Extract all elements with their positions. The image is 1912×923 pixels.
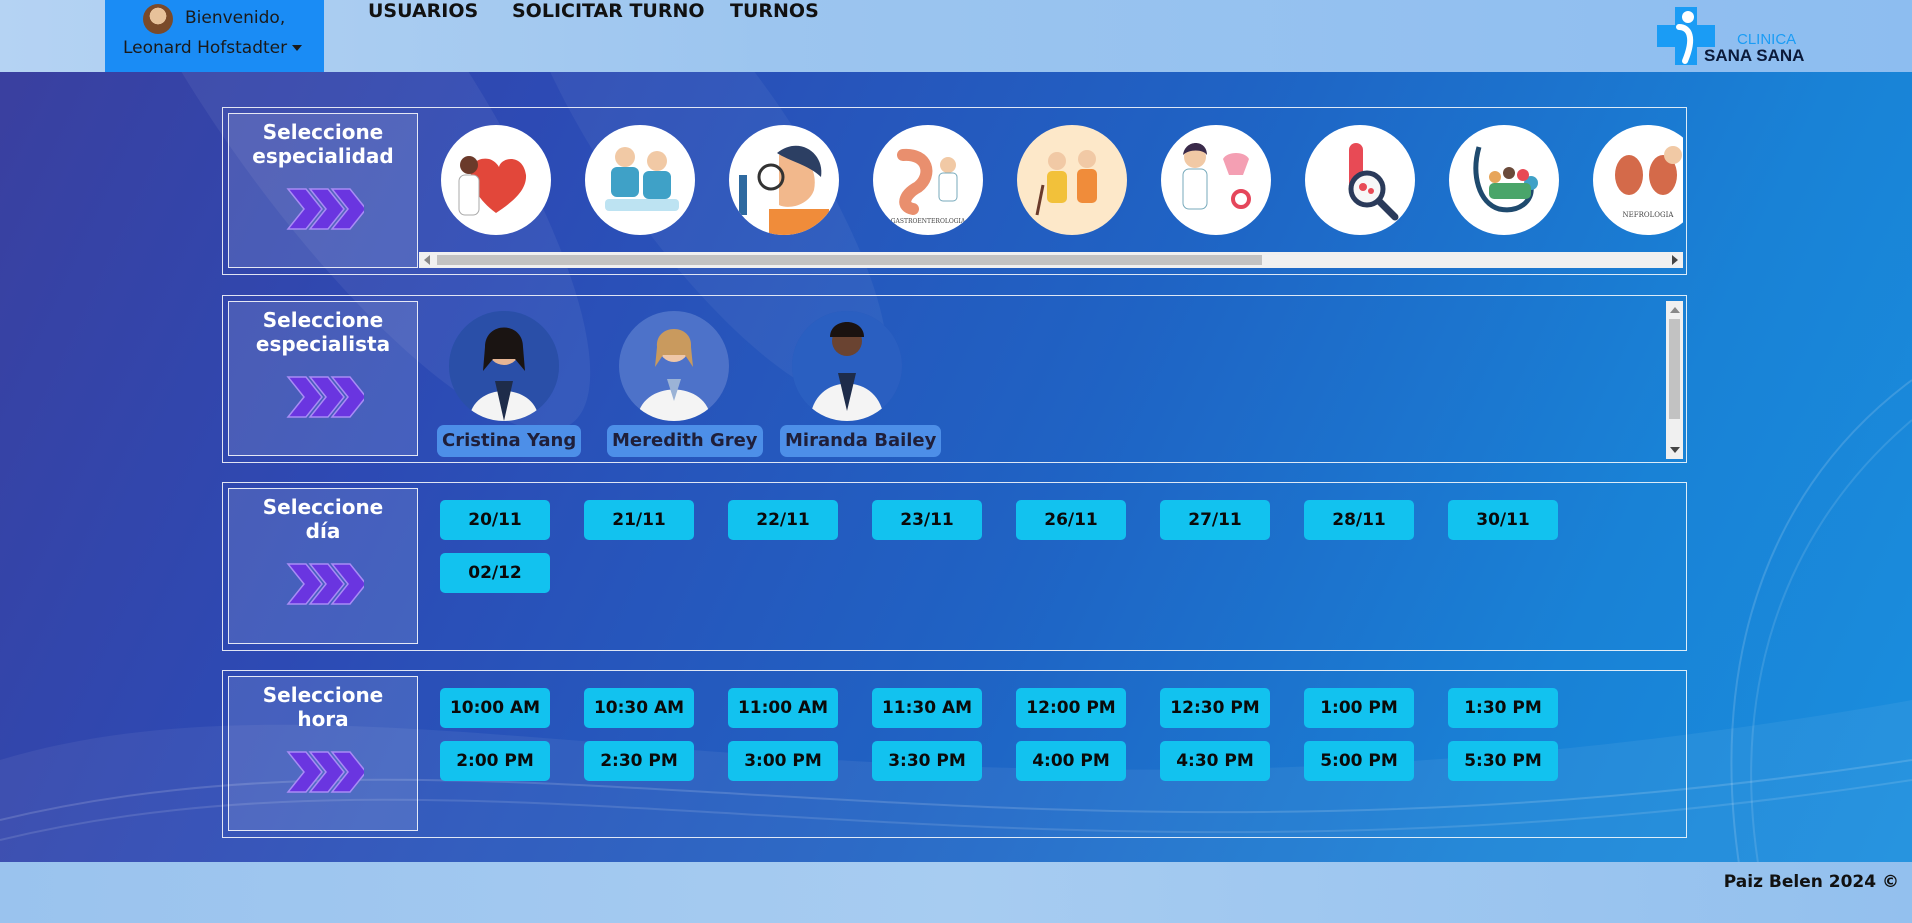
family-medicine-icon[interactable] xyxy=(1449,125,1559,235)
day-button[interactable]: 30/11 xyxy=(1448,500,1558,540)
time-button[interactable]: 2:00 PM xyxy=(440,741,550,781)
day-button[interactable]: 26/11 xyxy=(1016,500,1126,540)
time-button[interactable]: 11:30 AM xyxy=(872,688,982,728)
time-button[interactable]: 4:30 PM xyxy=(1160,741,1270,781)
nephrology-caption: NEFROLOGIA xyxy=(1623,211,1675,219)
day-button[interactable]: 20/11 xyxy=(440,500,550,540)
time-button[interactable]: 10:30 AM xyxy=(584,688,694,728)
clinic-logo[interactable]: CLINICA SANA SANA xyxy=(1655,3,1804,67)
cardiology-icon[interactable] xyxy=(441,125,551,235)
footer: Paiz Belen 2024 © xyxy=(0,862,1912,923)
time-button[interactable]: 10:00 AM xyxy=(440,688,550,728)
dia-label-box: Seleccione día xyxy=(228,488,418,644)
scroll-down-icon[interactable] xyxy=(1670,447,1680,453)
nav-link-turnos[interactable]: TURNOS xyxy=(730,0,819,22)
scroll-right-icon[interactable] xyxy=(1672,255,1678,265)
user-name: Leonard Hofstadter xyxy=(123,38,303,58)
hora-label: Seleccione hora xyxy=(262,683,384,731)
time-button[interactable]: 11:00 AM xyxy=(728,688,838,728)
doctor-name: Meredith Grey xyxy=(607,425,763,457)
chevrons-right-icon xyxy=(286,563,364,605)
surgery-icon[interactable] xyxy=(585,125,695,235)
scrollbar-thumb[interactable] xyxy=(1669,319,1680,419)
day-button[interactable]: 21/11 xyxy=(584,500,694,540)
especialista-panel: Seleccione especialista Cristina Yang Mer… xyxy=(222,295,1687,463)
day-button[interactable]: 23/11 xyxy=(872,500,982,540)
logo-text-sana-sana: SANA SANA xyxy=(1704,46,1805,65)
day-button[interactable]: 27/11 xyxy=(1160,500,1270,540)
time-button[interactable]: 12:30 PM xyxy=(1160,688,1270,728)
navbar: Bienvenido, Leonard Hofstadter USUARIOS … xyxy=(0,0,1912,72)
chevrons-right-icon xyxy=(286,188,364,230)
time-button[interactable]: 1:00 PM xyxy=(1304,688,1414,728)
horizontal-scrollbar[interactable] xyxy=(419,252,1683,268)
day-button[interactable]: 02/12 xyxy=(440,553,550,593)
dia-label: Seleccione día xyxy=(262,495,384,543)
especialista-label: Seleccione especialista xyxy=(255,308,391,356)
chevrons-right-icon xyxy=(286,751,364,793)
doctor-photo xyxy=(792,311,902,421)
time-button[interactable]: 5:00 PM xyxy=(1304,741,1414,781)
chevrons-right-icon xyxy=(286,376,364,418)
geriatrics-icon[interactable] xyxy=(1017,125,1127,235)
nav-link-solicitar-turno[interactable]: SOLICITAR TURNO xyxy=(512,0,705,22)
doctor-name: Miranda Bailey xyxy=(780,425,942,457)
hora-panel: Seleccione hora 10:00 AM 10:30 AM 11:00 A… xyxy=(222,670,1687,838)
time-button[interactable]: 4:00 PM xyxy=(1016,741,1126,781)
especialidad-label-box: Seleccione especialidad xyxy=(228,113,418,268)
day-button[interactable]: 22/11 xyxy=(728,500,838,540)
doctor-photo xyxy=(619,311,729,421)
nav-link-usuarios[interactable]: USUARIOS xyxy=(368,0,478,22)
user-menu-dropdown[interactable]: Bienvenido, Leonard Hofstadter xyxy=(105,0,324,72)
scrollbar-thumb[interactable] xyxy=(437,255,1262,265)
especialista-label-box: Seleccione especialista xyxy=(228,301,418,456)
scroll-left-icon[interactable] xyxy=(424,255,430,265)
time-button[interactable]: 3:00 PM xyxy=(728,741,838,781)
caret-down-icon xyxy=(292,45,303,51)
greeting-text: Bienvenido, xyxy=(185,8,286,28)
time-button[interactable]: 3:30 PM xyxy=(872,741,982,781)
scroll-up-icon[interactable] xyxy=(1670,307,1680,313)
nephrology-icon[interactable]: NEFROLOGIA xyxy=(1593,125,1683,235)
dia-panel: Seleccione día 20/11 21/11 22/11 23/11 26… xyxy=(222,482,1687,651)
footer-copyright: Paiz Belen 2024 © xyxy=(1723,872,1899,892)
gastroenterology-caption: GASTROENTEROLOGIA xyxy=(891,218,966,225)
dermatology-icon[interactable] xyxy=(729,125,839,235)
doctor-photo xyxy=(449,311,559,421)
especialidad-panel: Seleccione especialidad GASTROENTEROLOGIA xyxy=(222,107,1687,275)
especialidad-label: Seleccione especialidad xyxy=(252,120,394,168)
time-button[interactable]: 2:30 PM xyxy=(584,741,694,781)
gastroenterology-icon[interactable]: GASTROENTEROLOGIA xyxy=(873,125,983,235)
user-avatar xyxy=(143,4,173,34)
time-button[interactable]: 5:30 PM xyxy=(1448,741,1558,781)
doctor-name: Cristina Yang xyxy=(437,425,582,457)
vertical-scrollbar[interactable] xyxy=(1666,301,1683,459)
day-button[interactable]: 28/11 xyxy=(1304,500,1414,540)
time-button[interactable]: 12:00 PM xyxy=(1016,688,1126,728)
especialidad-carousel: GASTROENTEROLOGIA NEFROLOGIA xyxy=(419,113,1683,256)
lab-analysis-icon[interactable] xyxy=(1305,125,1415,235)
hora-label-box: Seleccione hora xyxy=(228,676,418,831)
gynecology-icon[interactable] xyxy=(1161,125,1271,235)
time-button[interactable]: 1:30 PM xyxy=(1448,688,1558,728)
